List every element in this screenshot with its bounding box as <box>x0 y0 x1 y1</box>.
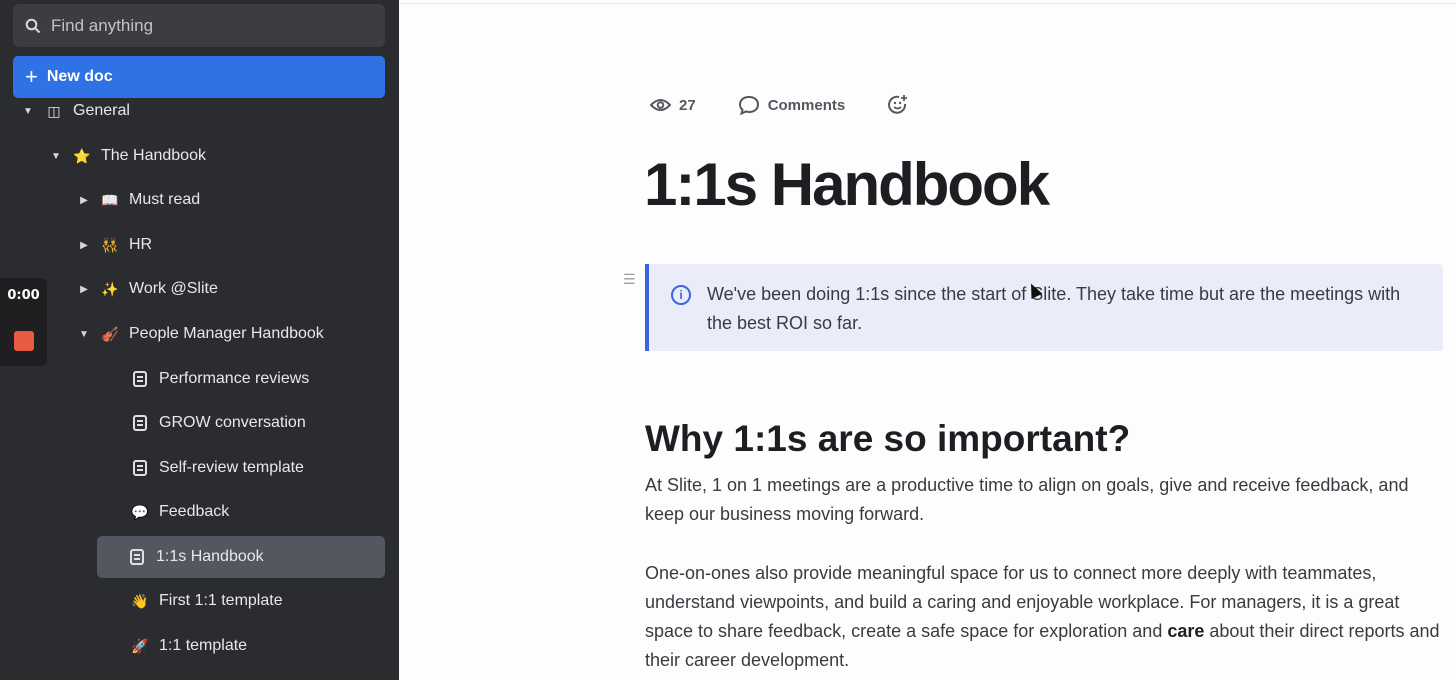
sidebar-item-label: Self-review template <box>159 459 304 476</box>
section-heading: Why 1:1s are so important? <box>645 418 1131 459</box>
sidebar-item-label: People Manager Handbook <box>129 325 324 342</box>
sidebar-item-1-1s-handbook[interactable]: 1:1s Handbook <box>97 536 385 578</box>
doc-meta-bar: 27 Comments <box>650 94 959 116</box>
doc-icon <box>131 459 149 477</box>
chevron-right-icon[interactable]: ▶ <box>79 195 89 206</box>
sidebar-item-label: Must read <box>129 191 201 208</box>
sidebar-item-work-slite[interactable]: ▶ ✨ Work @Slite <box>79 268 218 310</box>
chevron-right-icon[interactable]: ▶ <box>79 240 89 251</box>
sidebar-item-feedback[interactable]: 💬 Feedback <box>131 491 229 533</box>
add-reaction-button[interactable] <box>887 94 917 116</box>
add-emoji-icon <box>888 95 908 114</box>
eye-icon <box>650 99 671 111</box>
doc-icon <box>128 548 146 566</box>
speech-bubble-icon: 💬 <box>131 503 149 520</box>
sidebar-item-label: Feedback <box>159 503 230 520</box>
search-input[interactable] <box>51 15 351 36</box>
drag-handle-icon[interactable]: ☰ <box>623 271 636 288</box>
plus-icon: + <box>25 64 38 89</box>
rocket-icon: 🚀 <box>131 637 149 654</box>
waving-hand-icon: 👋 <box>131 592 149 609</box>
chevron-down-icon[interactable]: ▼ <box>23 106 33 117</box>
sidebar-item-label: 1:1s Handbook <box>156 548 264 565</box>
paragraph-2: One-on-ones also provide meaningful spac… <box>645 559 1445 675</box>
recorder-widget: 0:00 <box>0 278 47 366</box>
sidebar-item-label: GROW conversation <box>159 414 306 431</box>
sparkles-icon: ✨ <box>101 280 119 297</box>
page-title: 1:1s Handbook <box>644 151 1050 218</box>
sidebar-item-hr[interactable]: ▶ 👯 HR <box>79 224 152 266</box>
sidebar-item-self-review-template[interactable]: Self-review template <box>131 447 304 489</box>
doc-icon <box>131 370 149 388</box>
comments-button[interactable]: Comments <box>738 95 846 115</box>
info-callout: i We've been doing 1:1s since the start … <box>645 264 1443 351</box>
sidebar-item-label: General <box>73 102 130 119</box>
book-icon: ◫ <box>47 102 61 119</box>
new-doc-label: New doc <box>46 68 113 85</box>
paragraph-1: At Slite, 1 on 1 meetings are a producti… <box>645 475 1409 524</box>
stop-recording-button[interactable] <box>13 331 34 351</box>
sidebar-item-label: Performance reviews <box>159 370 310 387</box>
chevron-down-icon[interactable]: ▼ <box>51 151 61 162</box>
chevron-down-icon[interactable]: ▼ <box>79 329 89 340</box>
sidebar-item-label: Work @Slite <box>129 280 218 297</box>
info-icon: i <box>671 285 691 305</box>
search-icon <box>25 18 41 33</box>
sidebar-item-1-1-template[interactable]: 🚀 1:1 template <box>131 625 247 667</box>
sidebar-item-first-1-1-template[interactable]: 👋 First 1:1 template <box>131 580 283 622</box>
sidebar-item-the-handbook[interactable]: ▼ ⭐ The Handbook <box>51 135 206 177</box>
doc-icon <box>131 414 149 432</box>
chevron-right-icon[interactable]: ▶ <box>79 284 89 295</box>
sidebar-item-label: HR <box>129 236 153 253</box>
sidebar-item-label: The Handbook <box>101 147 206 164</box>
sidebar-item-people-manager-handbook[interactable]: ▼ 🎻 People Manager Handbook <box>79 313 324 355</box>
sidebar-item-performance-reviews[interactable]: Performance reviews <box>131 358 309 400</box>
callout-text: We've been doing 1:1s since the start of… <box>707 284 1401 333</box>
comment-icon <box>738 95 759 115</box>
people-icon: 👯 <box>101 236 119 253</box>
views-counter[interactable]: 27 <box>650 97 696 114</box>
sidebar-item-grow-conversation[interactable]: GROW conversation <box>131 402 306 444</box>
comments-label: Comments <box>767 96 846 114</box>
sidebar-item-label: First 1:1 template <box>159 592 283 609</box>
paragraph-2-bold: care <box>1167 621 1205 641</box>
star-icon: ⭐ <box>73 147 91 164</box>
sidebar-item-label: 1:1 template <box>159 637 248 654</box>
open-book-icon: 📖 <box>101 191 119 208</box>
sidebar-item-must-read[interactable]: ▶ 📖 Must read <box>79 179 200 221</box>
recording-timer: 0:00 <box>7 288 40 303</box>
sidebar-item-general[interactable]: ▼ ◫ General <box>23 90 130 132</box>
search-bar[interactable] <box>13 4 385 47</box>
top-divider <box>399 0 1456 4</box>
violin-icon: 🎻 <box>101 325 119 342</box>
views-count: 27 <box>679 96 696 114</box>
sidebar: + New doc ▼ ◫ General ▼ ⭐ The Handbook ▶ 📖 Must … <box>0 0 399 680</box>
